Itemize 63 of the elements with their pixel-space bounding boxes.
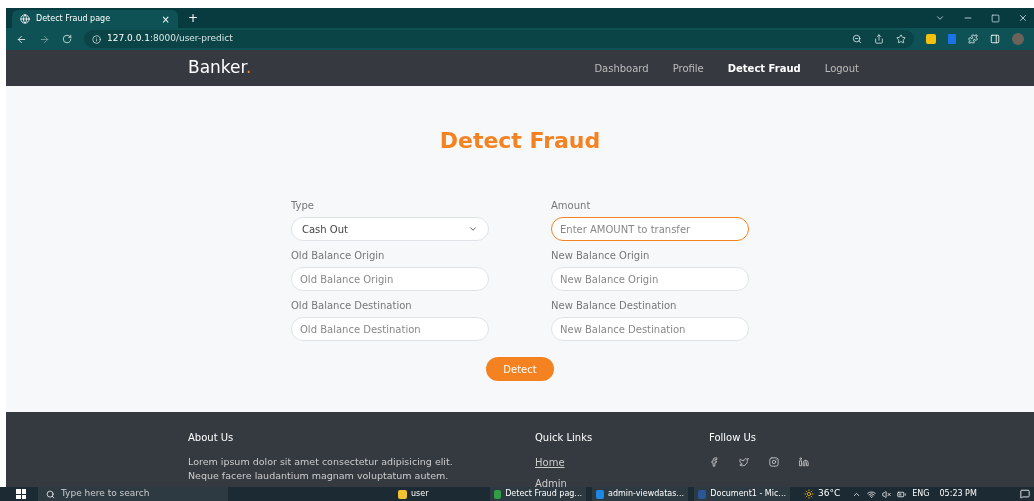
footer-link[interactable]: Admin — [535, 476, 709, 487]
star-icon[interactable] — [896, 34, 906, 44]
nav-link[interactable]: Dashboard — [594, 60, 649, 76]
tab-close[interactable]: × — [161, 11, 170, 27]
linkedin-icon[interactable] — [799, 457, 809, 467]
globe-icon — [20, 14, 30, 24]
app-icon — [494, 489, 502, 499]
twitter-icon[interactable] — [739, 457, 749, 467]
footer-heading: About Us — [188, 431, 235, 445]
url-field[interactable]: 127.0.0.1:8000/user-predict — [84, 30, 914, 48]
language-text[interactable]: ENG — [912, 488, 930, 500]
facebook-icon[interactable] — [709, 457, 719, 467]
app-icon — [698, 489, 707, 499]
field-label: New Balance Origin — [551, 249, 651, 263]
info-icon — [92, 34, 101, 44]
footer-heading: Quick Links — [535, 431, 594, 445]
windows-start-icon[interactable] — [16, 489, 26, 499]
field-label: New Balance Destination — [551, 299, 678, 313]
about-text: Lorem ipsum dolor sit amet consectetur adipisicing elit. Neque facere laudantium magnam voluptatum autem. — [188, 455, 454, 483]
page-heading: Detect Fraud — [439, 127, 601, 155]
mute-icon[interactable] — [882, 489, 892, 499]
app-icon — [596, 489, 604, 499]
weather-icon — [804, 489, 814, 499]
nav-link[interactable]: Logout — [824, 60, 859, 76]
share-icon[interactable] — [874, 34, 884, 44]
browser-tab[interactable]: Detect Fraud page × — [12, 10, 178, 28]
input-field[interactable]: Enter AMOUNT to transfer — [551, 217, 749, 241]
tab-title: Detect Fraud page — [36, 13, 112, 25]
notification-icon[interactable] — [1020, 489, 1030, 499]
new-tab-button[interactable]: + — [188, 9, 199, 27]
side-panel-icon[interactable] — [990, 34, 1000, 44]
taskbar-app[interactable]: admin-viewdatas... — [592, 487, 688, 501]
back-icon[interactable] — [16, 33, 27, 45]
field-label: Type — [291, 199, 315, 213]
type-select[interactable]: Cash Out — [291, 217, 489, 241]
taskbar-app[interactable]: Detect Fraud pag... — [490, 487, 586, 501]
taskbar-search-field[interactable]: Type here to search — [38, 487, 228, 501]
wifi-icon[interactable] — [867, 489, 877, 499]
clock-text[interactable]: 05:23 PM — [939, 488, 977, 500]
chevron-down-icon — [468, 224, 478, 234]
url-text: 127.0.0.1:8000/user-predict — [107, 32, 233, 46]
extension-icon[interactable] — [926, 34, 936, 44]
close-icon[interactable] — [1018, 13, 1028, 23]
app-icon — [398, 489, 407, 499]
nav-link[interactable]: Detect Fraud — [727, 60, 801, 76]
weather-text: 36°C — [818, 487, 841, 501]
taskbar-app[interactable]: Document1 - Mic... — [694, 487, 790, 501]
reload-icon[interactable] — [62, 34, 72, 44]
nav-link[interactable]: Profile — [672, 60, 704, 76]
footer-link[interactable]: Home — [535, 455, 709, 470]
puzzle-icon[interactable] — [968, 34, 978, 44]
maximize-icon[interactable] — [991, 13, 1000, 23]
field-label: Old Balance Origin — [291, 249, 386, 263]
brand-logo[interactable]: Banker. — [188, 55, 252, 81]
instagram-icon[interactable] — [769, 457, 779, 467]
zoom-out-icon[interactable] — [852, 34, 862, 44]
footer-heading: Follow Us — [709, 431, 758, 445]
chevron-down-icon[interactable] — [935, 13, 945, 23]
taskbar-app[interactable]: user — [394, 487, 484, 501]
battery-icon[interactable] — [897, 489, 907, 499]
search-icon — [46, 489, 55, 499]
field-label: Old Balance Destination — [291, 299, 413, 313]
field-label: Amount — [551, 199, 592, 213]
